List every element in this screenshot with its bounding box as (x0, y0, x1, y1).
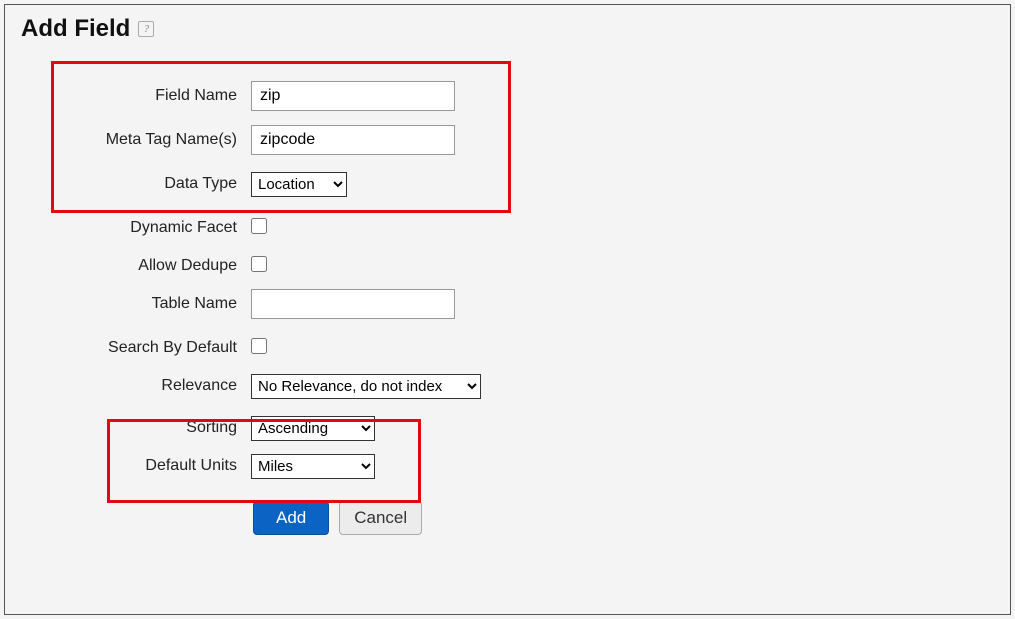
label-sorting: Sorting (21, 419, 251, 437)
help-icon[interactable]: ? (138, 21, 154, 37)
label-default-units: Default Units (21, 457, 251, 475)
allow-dedupe-checkbox[interactable] (251, 256, 267, 272)
sorting-select[interactable]: Ascending (251, 416, 375, 441)
label-relevance: Relevance (21, 377, 251, 395)
row-allow-dedupe: Allow Dedupe (21, 251, 994, 281)
label-search-by-default: Search By Default (21, 339, 251, 357)
form-area: Field Name Meta Tag Name(s) Data Type Lo… (21, 61, 994, 535)
relevance-select[interactable]: No Relevance, do not index (251, 374, 481, 399)
dynamic-facet-checkbox[interactable] (251, 218, 267, 234)
label-allow-dedupe: Allow Dedupe (21, 257, 251, 275)
data-type-select[interactable]: Location (251, 172, 347, 197)
label-field-name: Field Name (21, 87, 251, 105)
search-by-default-checkbox[interactable] (251, 338, 267, 354)
meta-tag-names-input[interactable] (251, 125, 455, 155)
label-dynamic-facet: Dynamic Facet (21, 219, 251, 237)
page-title: Add Field (21, 15, 130, 43)
row-data-type: Data Type Location (21, 169, 994, 199)
row-meta-tag-names: Meta Tag Name(s) (21, 125, 994, 155)
row-default-units: Default Units Miles (21, 451, 994, 481)
row-dynamic-facet: Dynamic Facet (21, 213, 994, 243)
label-meta-tag-names: Meta Tag Name(s) (21, 131, 251, 149)
label-table-name: Table Name (21, 295, 251, 313)
add-field-panel: Add Field ? Field Name Meta Tag Name(s) … (4, 4, 1011, 615)
row-field-name: Field Name (21, 81, 994, 111)
table-name-input[interactable] (251, 289, 455, 319)
label-data-type: Data Type (21, 175, 251, 193)
field-name-input[interactable] (251, 81, 455, 111)
default-units-select[interactable]: Miles (251, 454, 375, 479)
row-relevance: Relevance No Relevance, do not index (21, 371, 994, 401)
panel-title-row: Add Field ? (21, 15, 994, 43)
add-button[interactable]: Add (253, 501, 329, 535)
row-search-by-default: Search By Default (21, 333, 994, 363)
button-row: Add Cancel (21, 501, 994, 535)
row-sorting: Sorting Ascending (21, 413, 994, 443)
cancel-button[interactable]: Cancel (339, 501, 422, 535)
row-table-name: Table Name (21, 289, 994, 319)
